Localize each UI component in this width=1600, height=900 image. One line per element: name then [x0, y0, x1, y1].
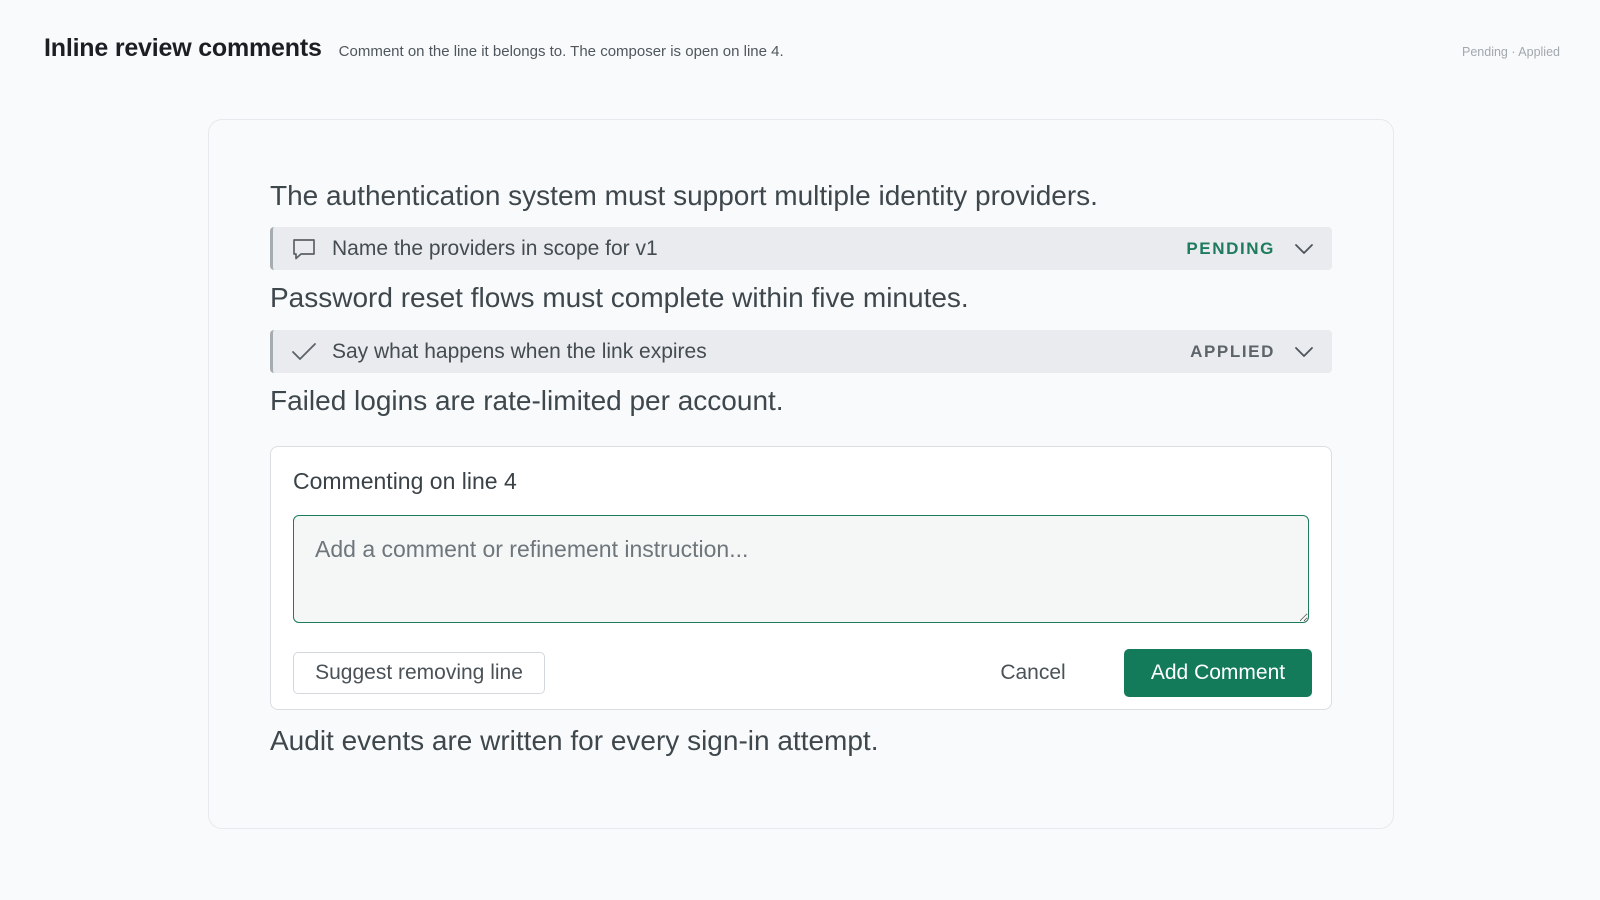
page-header: Inline review comments Comment on the li… [44, 34, 1560, 63]
checkmark-icon [289, 337, 319, 367]
composer-title: Commenting on line 4 [293, 468, 517, 494]
document-card: The authentication system must support m… [208, 119, 1394, 829]
comment-text: Name the providers in scope for v1 [332, 236, 658, 260]
suggest-removing-line-button[interactable]: Suggest removing line [293, 652, 545, 694]
document-line-2[interactable]: Password reset flows must complete withi… [270, 282, 969, 314]
chevron-down-icon[interactable] [1293, 238, 1315, 260]
document-line-1[interactable]: The authentication system must support m… [270, 180, 1098, 212]
comment-composer: Commenting on line 4 Suggest removing li… [270, 446, 1332, 710]
comment-input[interactable] [293, 515, 1309, 623]
cancel-button[interactable]: Cancel [987, 651, 1079, 695]
add-comment-button[interactable]: Add Comment [1124, 649, 1312, 697]
comment-text: Say what happens when the link expires [332, 339, 707, 363]
document-line-4[interactable]: Audit events are written for every sign-… [270, 725, 879, 757]
comment-thread-line-1[interactable]: Name the providers in scope for v1 PENDI… [270, 227, 1332, 270]
status-legend: Pending · Applied [1462, 45, 1560, 59]
chevron-down-icon[interactable] [1293, 341, 1315, 363]
speech-bubble-icon [289, 234, 319, 264]
status-badge-pending: PENDING [1186, 238, 1275, 258]
document-line-3[interactable]: Failed logins are rate-limited per accou… [270, 385, 784, 417]
page-title: Inline review comments [44, 34, 322, 62]
page-subtitle: Comment on the line it belongs to. The c… [338, 43, 784, 60]
status-badge-applied: APPLIED [1190, 341, 1275, 361]
comment-thread-line-2[interactable]: Say what happens when the link expires A… [270, 330, 1332, 373]
